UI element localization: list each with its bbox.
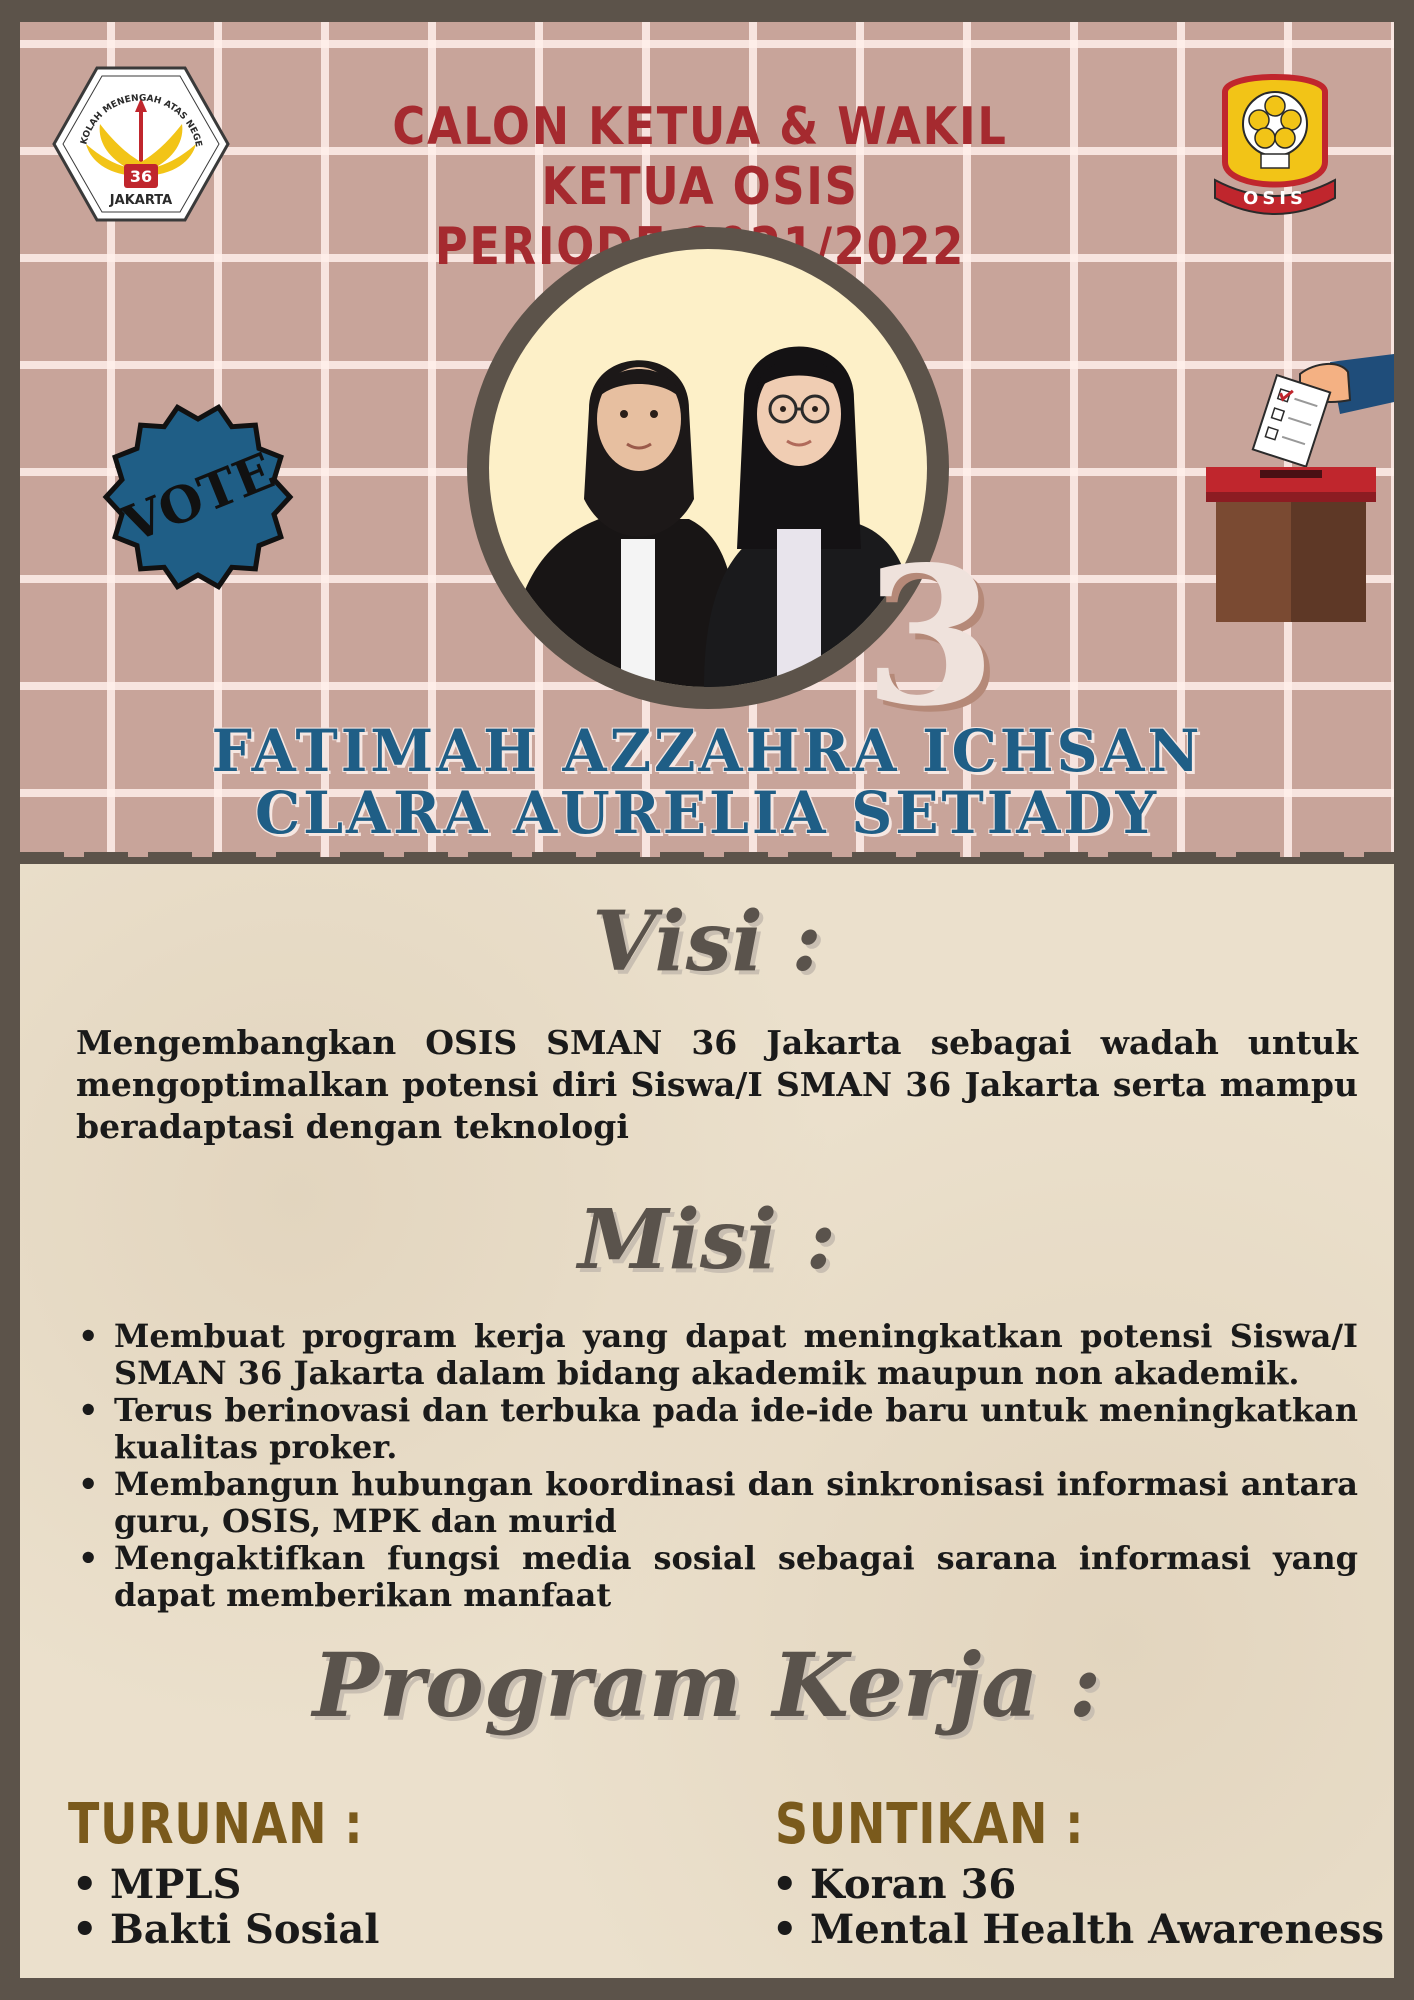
ballot-box-icon xyxy=(1206,354,1394,622)
visi-text: Mengembangkan OSIS SMAN 36 Jakarta sebag… xyxy=(76,1023,1358,1146)
vote-badge-icon: VOTE xyxy=(102,403,294,591)
suntikan-list: Koran 36 Mental Health Awareness xyxy=(768,1862,1384,1952)
school-logo-icon: 36 JAKARTA SEKOLAH MENENGAH ATAS NEGERI xyxy=(52,64,230,222)
misi-item: Membuat program kerja yang dapat meningk… xyxy=(76,1318,1358,1392)
poster-frame: 36 JAKARTA SEKOLAH MENENGAH ATAS NEGERI … xyxy=(20,22,1394,1978)
suntikan-item: Mental Health Awareness xyxy=(768,1907,1384,1952)
school-logo-number: 36 xyxy=(130,167,152,186)
turunan-list: MPLS Bakti Sosial xyxy=(68,1862,379,1952)
candidate-name-1: FATIMAH AZZAHRA ICHSAN xyxy=(211,717,1203,785)
title-line-1: CALON KETUA & WAKIL KETUA OSIS xyxy=(392,97,1008,217)
candidate-number: 3 xyxy=(863,525,997,748)
header-panel: 36 JAKARTA SEKOLAH MENENGAH ATAS NEGERI … xyxy=(20,22,1394,857)
suntikan-item: Koran 36 xyxy=(768,1862,1384,1907)
dashed-divider xyxy=(20,852,1394,864)
candidate-names: FATIMAH AZZAHRA ICHSAN CLARA AURELIA SET… xyxy=(171,720,1243,844)
turunan-heading: TURUNAN : xyxy=(68,1792,364,1857)
school-logo-city: JAKARTA xyxy=(109,193,172,208)
turunan-item: Bakti Sosial xyxy=(68,1907,379,1952)
misi-item: Mengaktifkan fungsi media sosial sebagai… xyxy=(76,1540,1358,1614)
misi-item: Terus berinovasi dan terbuka pada ide-id… xyxy=(76,1392,1358,1466)
misi-list: Membuat program kerja yang dapat meningk… xyxy=(76,1318,1358,1614)
misi-heading: Misi : xyxy=(577,1192,837,1288)
candidate-name-2: CLARA AURELIA SETIADY xyxy=(254,779,1160,847)
visi-heading: Visi : xyxy=(592,894,822,990)
turunan-item: MPLS xyxy=(68,1862,379,1907)
osis-logo-icon: OSIS xyxy=(1214,74,1336,215)
program-kerja-heading: Program Kerja : xyxy=(312,1633,1102,1737)
suntikan-heading: SUNTIKAN : xyxy=(775,1792,1085,1857)
osis-logo-text: OSIS xyxy=(1243,188,1307,209)
misi-item: Membangun hubungan koordinasi dan sinkro… xyxy=(76,1466,1358,1540)
